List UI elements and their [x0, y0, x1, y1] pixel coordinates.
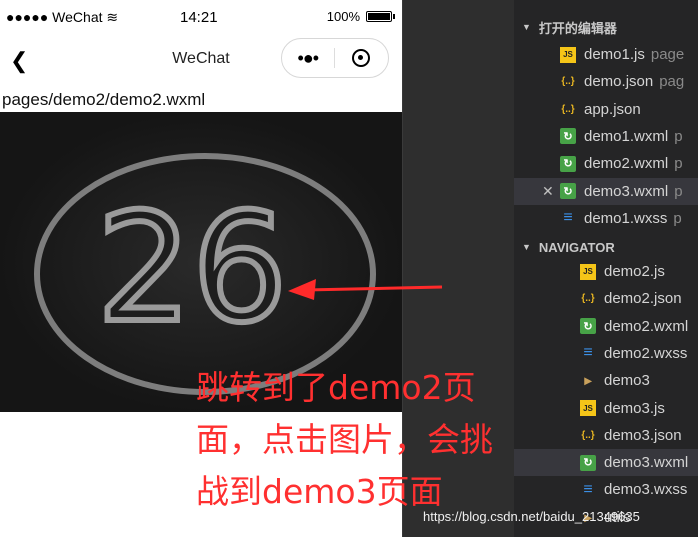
status-bar: ●●●●● WeChat ≋ 14:21 100% [0, 0, 402, 38]
wxss-file-icon: ≡ [583, 480, 593, 498]
status-time: 14:21 [180, 9, 218, 26]
file-name: demo3.wxss [604, 481, 688, 499]
carrier-label: ●●●●● WeChat ≋ [6, 9, 119, 25]
file-item[interactable]: ↻ demo2.wxml p [514, 150, 698, 177]
wifi-icon: ≋ [106, 9, 119, 25]
file-name: demo.json [584, 73, 654, 91]
file-item[interactable]: ↻ demo3.wxml [514, 449, 698, 477]
menu-capsule: •●• [281, 38, 389, 78]
file-path-hint: p [674, 127, 683, 145]
file-path-hint: page [650, 46, 685, 63]
file-item[interactable]: {..} demo2.json [514, 285, 698, 312]
file-item[interactable]: JS demo1.js page [514, 41, 698, 68]
battery-percent: 100% [326, 9, 360, 24]
wxss-file-icon: ≡ [583, 344, 593, 362]
file-name: demo2.js [604, 263, 665, 280]
file-item[interactable]: ✕ ↻ demo3.wxml p [514, 177, 698, 205]
close-icon[interactable]: ✕ [542, 183, 554, 200]
more-dots-icon[interactable]: •●• [282, 48, 334, 69]
file-item[interactable]: {..} app.json [514, 96, 698, 123]
caret-down-icon: ▼ [522, 242, 531, 252]
page-path-text: pages/demo2/demo2.wxml [2, 90, 206, 109]
file-item[interactable]: ↻ demo2.wxml [514, 313, 698, 340]
badge-number: 26 [97, 182, 288, 356]
file-name: demo2.wxss [604, 344, 688, 362]
file-item[interactable]: JS demo3.js [514, 395, 698, 422]
file-name: demo1.js [584, 46, 645, 63]
json-file-icon: {..} [581, 293, 595, 305]
open-editors-header[interactable]: ▼ 打开的编辑器 [522, 16, 617, 38]
file-item[interactable]: ≡ demo1.wxss p [514, 205, 698, 232]
file-name: demo2.wxml [584, 155, 669, 173]
file-item[interactable]: JS demo2.js [514, 258, 698, 285]
folder-file-icon: ▸ [584, 372, 592, 389]
wxss-file-icon: ≡ [563, 209, 573, 227]
file-path-hint: pag [659, 73, 685, 91]
js-file-icon: JS [580, 263, 596, 280]
file-explorer-sidebar: ▼ 打开的编辑器 JS demo1.js page {..} demo.json pag{… [514, 0, 698, 537]
close-circle-icon[interactable] [335, 49, 389, 67]
wxml-file-icon: ↻ [580, 454, 596, 471]
wxml-file-icon: ↻ [580, 318, 596, 335]
file-name: demo2.json [604, 290, 682, 308]
file-item[interactable]: ≡ demo2.wxss [514, 340, 698, 367]
json-file-icon: {..} [581, 429, 595, 441]
file-name: demo3.js [604, 399, 665, 417]
file-path-hint: p [674, 155, 683, 173]
file-item[interactable]: ↻ demo1.wxml p [514, 123, 698, 150]
caret-down-icon: ▼ [522, 22, 531, 32]
file-item[interactable]: {..} demo3.json [514, 422, 698, 449]
navigator-header[interactable]: ▼ NAVIGATOR [522, 236, 615, 258]
file-name: demo3.wxml [604, 454, 689, 472]
navigation-bar: ❮ WeChat •●• [0, 38, 402, 84]
file-name: demo1.wxss [584, 209, 668, 227]
battery-area: 100% [326, 9, 395, 24]
file-item[interactable]: ▸ demo3 [514, 367, 698, 394]
file-name: demo3.wxml [584, 182, 669, 200]
battery-icon [366, 11, 395, 22]
file-path-hint: p [673, 209, 682, 227]
file-name: demo1.wxml [584, 127, 669, 145]
file-item[interactable]: ≡ demo3.wxss [514, 476, 698, 503]
json-file-icon: {..} [561, 103, 575, 115]
annotation-text: 跳转到了demo2页面，点击图片，会挑战到demo3页面 [196, 368, 493, 511]
file-name: demo3 [604, 372, 650, 390]
wxml-file-icon: ↻ [560, 183, 576, 199]
file-item[interactable]: {..} demo.json pag [514, 68, 698, 95]
file-name: demo3.json [604, 426, 682, 444]
json-file-icon: {..} [561, 76, 575, 88]
js-file-icon: JS [560, 46, 576, 63]
file-name: app.json [584, 100, 641, 118]
wxml-file-icon: ↻ [560, 155, 576, 172]
js-file-icon: JS [580, 400, 596, 416]
file-name: demo2.wxml [604, 317, 689, 335]
file-path-hint: p [674, 182, 683, 200]
watermark: https://blog.csdn.net/baidu_21349635 [423, 509, 640, 524]
wxml-file-icon: ↻ [560, 128, 576, 145]
